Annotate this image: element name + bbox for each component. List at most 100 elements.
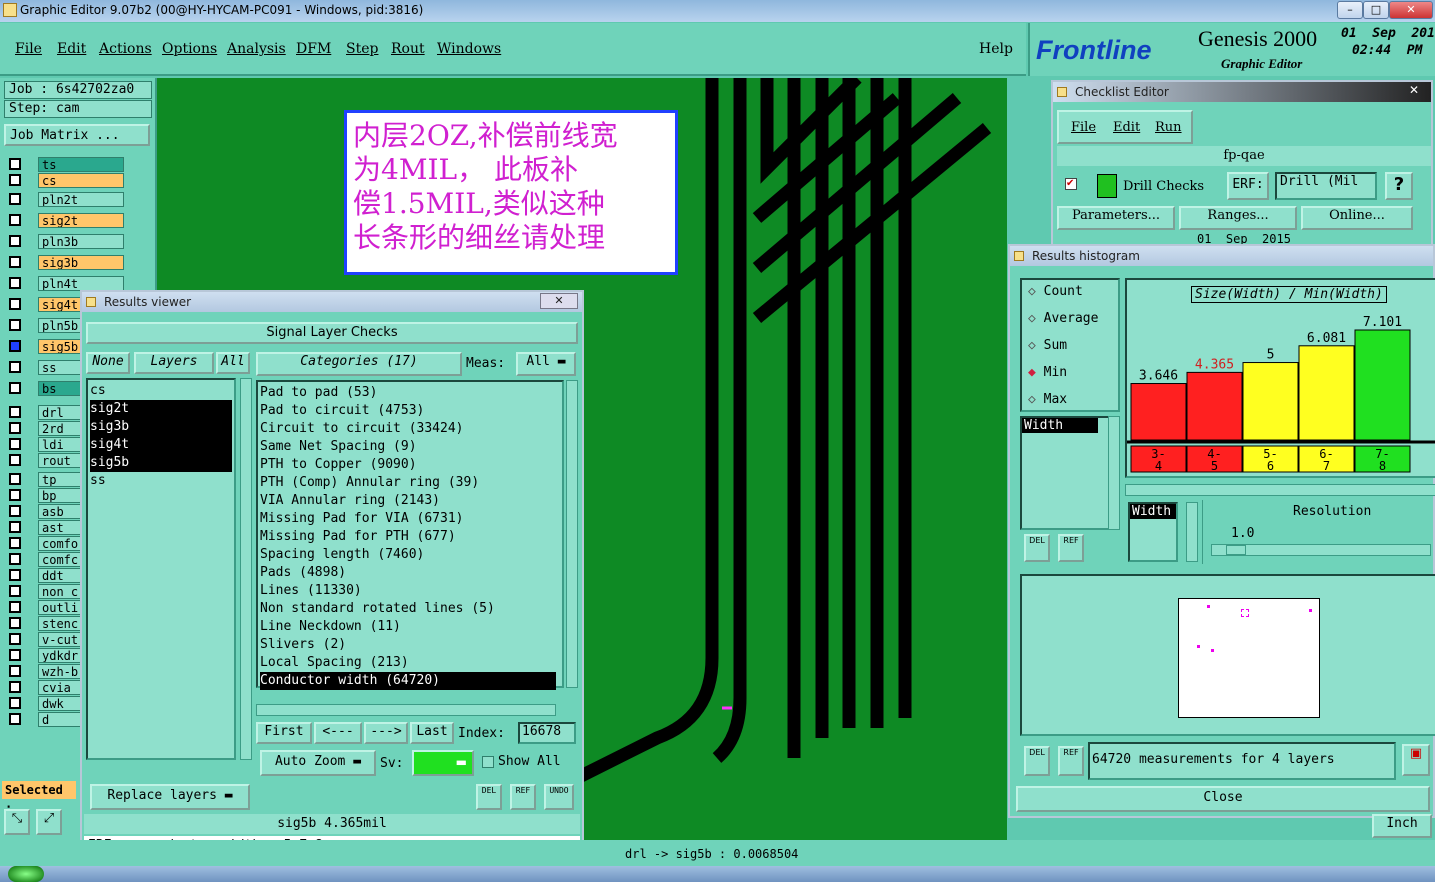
layer-checkbox[interactable] <box>9 617 21 629</box>
res-field-width[interactable]: Width <box>1130 504 1176 519</box>
category-item[interactable]: Local Spacing (213) <box>260 654 556 672</box>
menu-options[interactable]: Options <box>162 41 217 57</box>
layer-row-sig3b[interactable]: sig3b <box>6 255 124 270</box>
layer-checkbox[interactable] <box>9 473 21 485</box>
parameters-button[interactable]: Parameters... <box>1057 206 1175 230</box>
last-button[interactable]: Last <box>410 722 454 744</box>
export-icon[interactable]: ▣ <box>1402 744 1430 776</box>
prev-button[interactable]: <--- <box>314 722 362 744</box>
categories-hscrollbar[interactable] <box>256 704 556 716</box>
menu-actions[interactable]: Actions <box>99 41 152 57</box>
layer-checkbox[interactable] <box>9 569 21 581</box>
layer-checkbox[interactable] <box>9 601 21 613</box>
layer-checkbox[interactable] <box>9 361 21 373</box>
sv-color-select[interactable]: ▬ <box>412 750 474 776</box>
none-button[interactable]: None <box>86 352 130 374</box>
all-button[interactable]: All <box>216 352 250 374</box>
result-layer-item[interactable]: ss <box>90 472 232 490</box>
res-scrollbar[interactable] <box>1186 502 1198 562</box>
layer-checkbox[interactable] <box>9 553 21 565</box>
result-layer-item[interactable]: cs <box>90 382 232 400</box>
start-icon[interactable] <box>8 866 44 882</box>
category-item[interactable]: Spacing length (7460) <box>260 546 556 564</box>
category-item[interactable]: Pads (4898) <box>260 564 556 582</box>
menu-edit[interactable]: Edit <box>57 41 86 57</box>
option-min[interactable]: ◆ Min <box>1028 365 1067 380</box>
drill-check-checkbox[interactable]: ✔ <box>1065 178 1077 190</box>
results-del-button[interactable]: DEL <box>476 784 502 810</box>
result-layer-item[interactable]: sig4t <box>90 436 232 454</box>
layer-checkbox[interactable] <box>9 713 21 725</box>
menu-windows[interactable]: Windows <box>437 41 501 57</box>
layer-row-pln3b[interactable]: pln3b <box>6 234 124 249</box>
results-undo-button[interactable]: UNDO <box>544 784 574 810</box>
option-sum[interactable]: ◇ Sum <box>1028 338 1067 353</box>
layer-checkbox[interactable] <box>9 298 21 310</box>
meas-select[interactable]: All ▬ <box>516 352 576 376</box>
job-matrix-button[interactable]: Job Matrix ... <box>4 124 150 146</box>
layer-checkbox[interactable] <box>9 521 21 533</box>
erf-field[interactable]: Drill (Mil <box>1275 172 1377 200</box>
replace-layers-select[interactable]: Replace layers ▬ <box>90 784 250 810</box>
menu-rout[interactable]: Rout <box>391 41 425 57</box>
layer-checkbox[interactable] <box>9 235 21 247</box>
erf-button[interactable]: ERF: <box>1227 172 1269 200</box>
categories-scrollbar[interactable] <box>566 380 578 688</box>
menu-analysis[interactable]: Analysis <box>227 41 286 57</box>
field-width[interactable]: Width <box>1022 418 1098 433</box>
checklist-menu-file[interactable]: File <box>1071 120 1096 135</box>
histogram-bar[interactable] <box>1242 362 1299 441</box>
auto-zoom-select[interactable]: Auto Zoom ▬ <box>260 750 376 776</box>
layer-checkbox[interactable] <box>9 193 21 205</box>
layer-results-list[interactable]: cs sig2t sig3b sig4t sig5b ss <box>86 378 236 760</box>
layer-checkbox[interactable] <box>9 277 21 289</box>
hist-ref-button[interactable]: REF <box>1058 534 1084 562</box>
close-window-button[interactable]: ✕ <box>1389 1 1433 19</box>
ranges-button[interactable]: Ranges... <box>1179 206 1297 230</box>
layer-checkbox[interactable] <box>9 489 21 501</box>
category-item[interactable]: Pad to pad (53) <box>260 384 556 402</box>
layer-list-scrollbar[interactable] <box>240 378 252 760</box>
hist-del-button[interactable]: DEL <box>1024 534 1050 562</box>
histogram-bar[interactable] <box>1130 383 1187 441</box>
option-count[interactable]: ◇ Count <box>1028 284 1083 299</box>
histogram-bar[interactable] <box>1354 329 1411 441</box>
online-button[interactable]: Online... <box>1301 206 1413 230</box>
layer-row-sig2t[interactable]: sig2t <box>6 213 124 228</box>
layer-checkbox[interactable] <box>9 649 21 661</box>
layer-row-cs[interactable]: cs <box>6 173 124 188</box>
category-item[interactable]: Missing Pad for PTH (677) <box>260 528 556 546</box>
zoom-area-icon[interactable]: ⤢ <box>36 809 62 835</box>
preview-del-button[interactable]: DEL <box>1024 746 1050 776</box>
field-list[interactable]: Width <box>1020 416 1112 530</box>
results-close-x-button[interactable]: ✕ <box>540 293 578 309</box>
layer-checkbox[interactable] <box>9 340 21 352</box>
layer-checkbox[interactable] <box>9 214 21 226</box>
histogram-bar[interactable] <box>1298 345 1355 441</box>
resolution-slider[interactable] <box>1211 544 1431 556</box>
option-max[interactable]: ◇ Max <box>1028 392 1067 407</box>
histogram-bar[interactable] <box>1186 371 1243 441</box>
layer-row-pln4t[interactable]: pln4t <box>6 276 124 291</box>
first-button[interactable]: First <box>256 722 312 744</box>
category-item[interactable]: PTH to Copper (9090) <box>260 456 556 474</box>
show-all-checkbox[interactable] <box>482 756 494 768</box>
chart-hscrollbar[interactable] <box>1125 484 1435 496</box>
layer-checkbox[interactable] <box>9 438 21 450</box>
category-item[interactable]: Conductor width (64720) <box>260 672 556 690</box>
histogram-close-button[interactable]: Close <box>1016 786 1430 812</box>
layer-checkbox[interactable] <box>9 585 21 597</box>
units-button[interactable]: Inch <box>1372 814 1432 838</box>
option-average[interactable]: ◇ Average <box>1028 311 1098 326</box>
menu-step[interactable]: Step <box>346 41 378 57</box>
layer-checkbox[interactable] <box>9 697 21 709</box>
layer-checkbox[interactable] <box>9 256 21 268</box>
category-item[interactable]: Line Neckdown (11) <box>260 618 556 636</box>
layer-checkbox[interactable] <box>9 406 21 418</box>
layer-checkbox[interactable] <box>9 681 21 693</box>
menu-help[interactable]: Help <box>979 41 1013 57</box>
layer-checkbox[interactable] <box>9 174 21 186</box>
checklist-close-x-button[interactable]: ✕ <box>1409 83 1419 97</box>
res-field-list[interactable]: Width <box>1128 502 1178 562</box>
help-question-button[interactable]: ? <box>1385 172 1413 200</box>
